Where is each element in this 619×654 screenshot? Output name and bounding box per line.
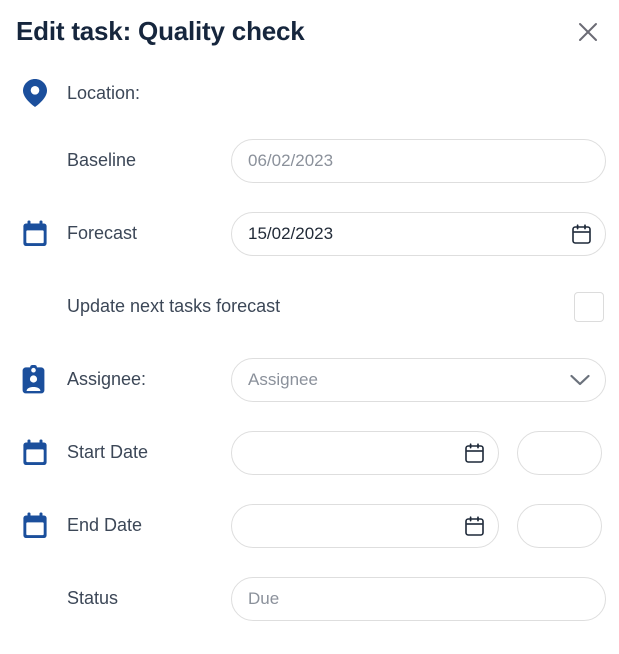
form-row-baseline: Baseline 06/02/2023 bbox=[13, 124, 606, 197]
page-title: Edit task: Quality check bbox=[16, 16, 305, 46]
baseline-input[interactable]: 06/02/2023 bbox=[231, 138, 606, 183]
forecast-label: Forecast bbox=[67, 223, 138, 243]
status-label: Status bbox=[67, 588, 119, 608]
end-date-time-input[interactable] bbox=[517, 503, 602, 548]
baseline-value: 06/02/2023 bbox=[248, 150, 334, 170]
form-row-status: Status Due bbox=[13, 562, 606, 635]
start-date-input[interactable] bbox=[231, 430, 499, 475]
form-row-start-date: Start Date bbox=[13, 416, 606, 489]
calendar-icon[interactable] bbox=[572, 223, 591, 244]
end-date-input[interactable] bbox=[231, 503, 499, 548]
calendar-icon[interactable] bbox=[465, 442, 484, 463]
chevron-down-icon[interactable] bbox=[569, 373, 591, 387]
edit-task-form: Location: Baseline 06/02/2023 Forecast 1… bbox=[0, 62, 619, 635]
status-input[interactable]: Due bbox=[231, 576, 606, 621]
form-row-assignee: Assignee: Assignee bbox=[13, 343, 606, 416]
assignee-label: Assignee: bbox=[67, 369, 147, 389]
assignee-select[interactable]: Assignee bbox=[231, 357, 606, 402]
end-date-label: End Date bbox=[67, 515, 143, 535]
baseline-label: Baseline bbox=[67, 150, 137, 170]
forecast-input[interactable]: 15/02/2023 bbox=[231, 211, 606, 256]
forecast-value: 15/02/2023 bbox=[248, 223, 334, 243]
update-next-tasks-checkbox[interactable] bbox=[574, 291, 604, 322]
calendar-icon bbox=[13, 439, 53, 466]
form-row-update-next-tasks: Update next tasks forecast bbox=[13, 270, 606, 343]
calendar-icon[interactable] bbox=[465, 515, 484, 536]
location-pin-icon bbox=[13, 78, 53, 108]
form-row-end-date: End Date bbox=[13, 489, 606, 562]
close-button[interactable] bbox=[571, 15, 605, 49]
calendar-icon bbox=[13, 512, 53, 539]
calendar-icon bbox=[13, 220, 53, 247]
start-date-label: Start Date bbox=[67, 442, 149, 462]
close-icon bbox=[577, 21, 599, 43]
form-row-forecast: Forecast 15/02/2023 bbox=[13, 197, 606, 270]
assignee-value: Assignee bbox=[248, 369, 318, 389]
start-date-time-input[interactable] bbox=[517, 430, 602, 475]
form-row-location: Location: bbox=[13, 62, 606, 124]
location-label: Location: bbox=[67, 82, 141, 103]
id-badge-icon bbox=[13, 365, 53, 394]
status-value: Due bbox=[248, 588, 280, 608]
dialog-header: Edit task: Quality check bbox=[0, 0, 619, 62]
update-next-tasks-label: Update next tasks forecast bbox=[67, 296, 281, 316]
